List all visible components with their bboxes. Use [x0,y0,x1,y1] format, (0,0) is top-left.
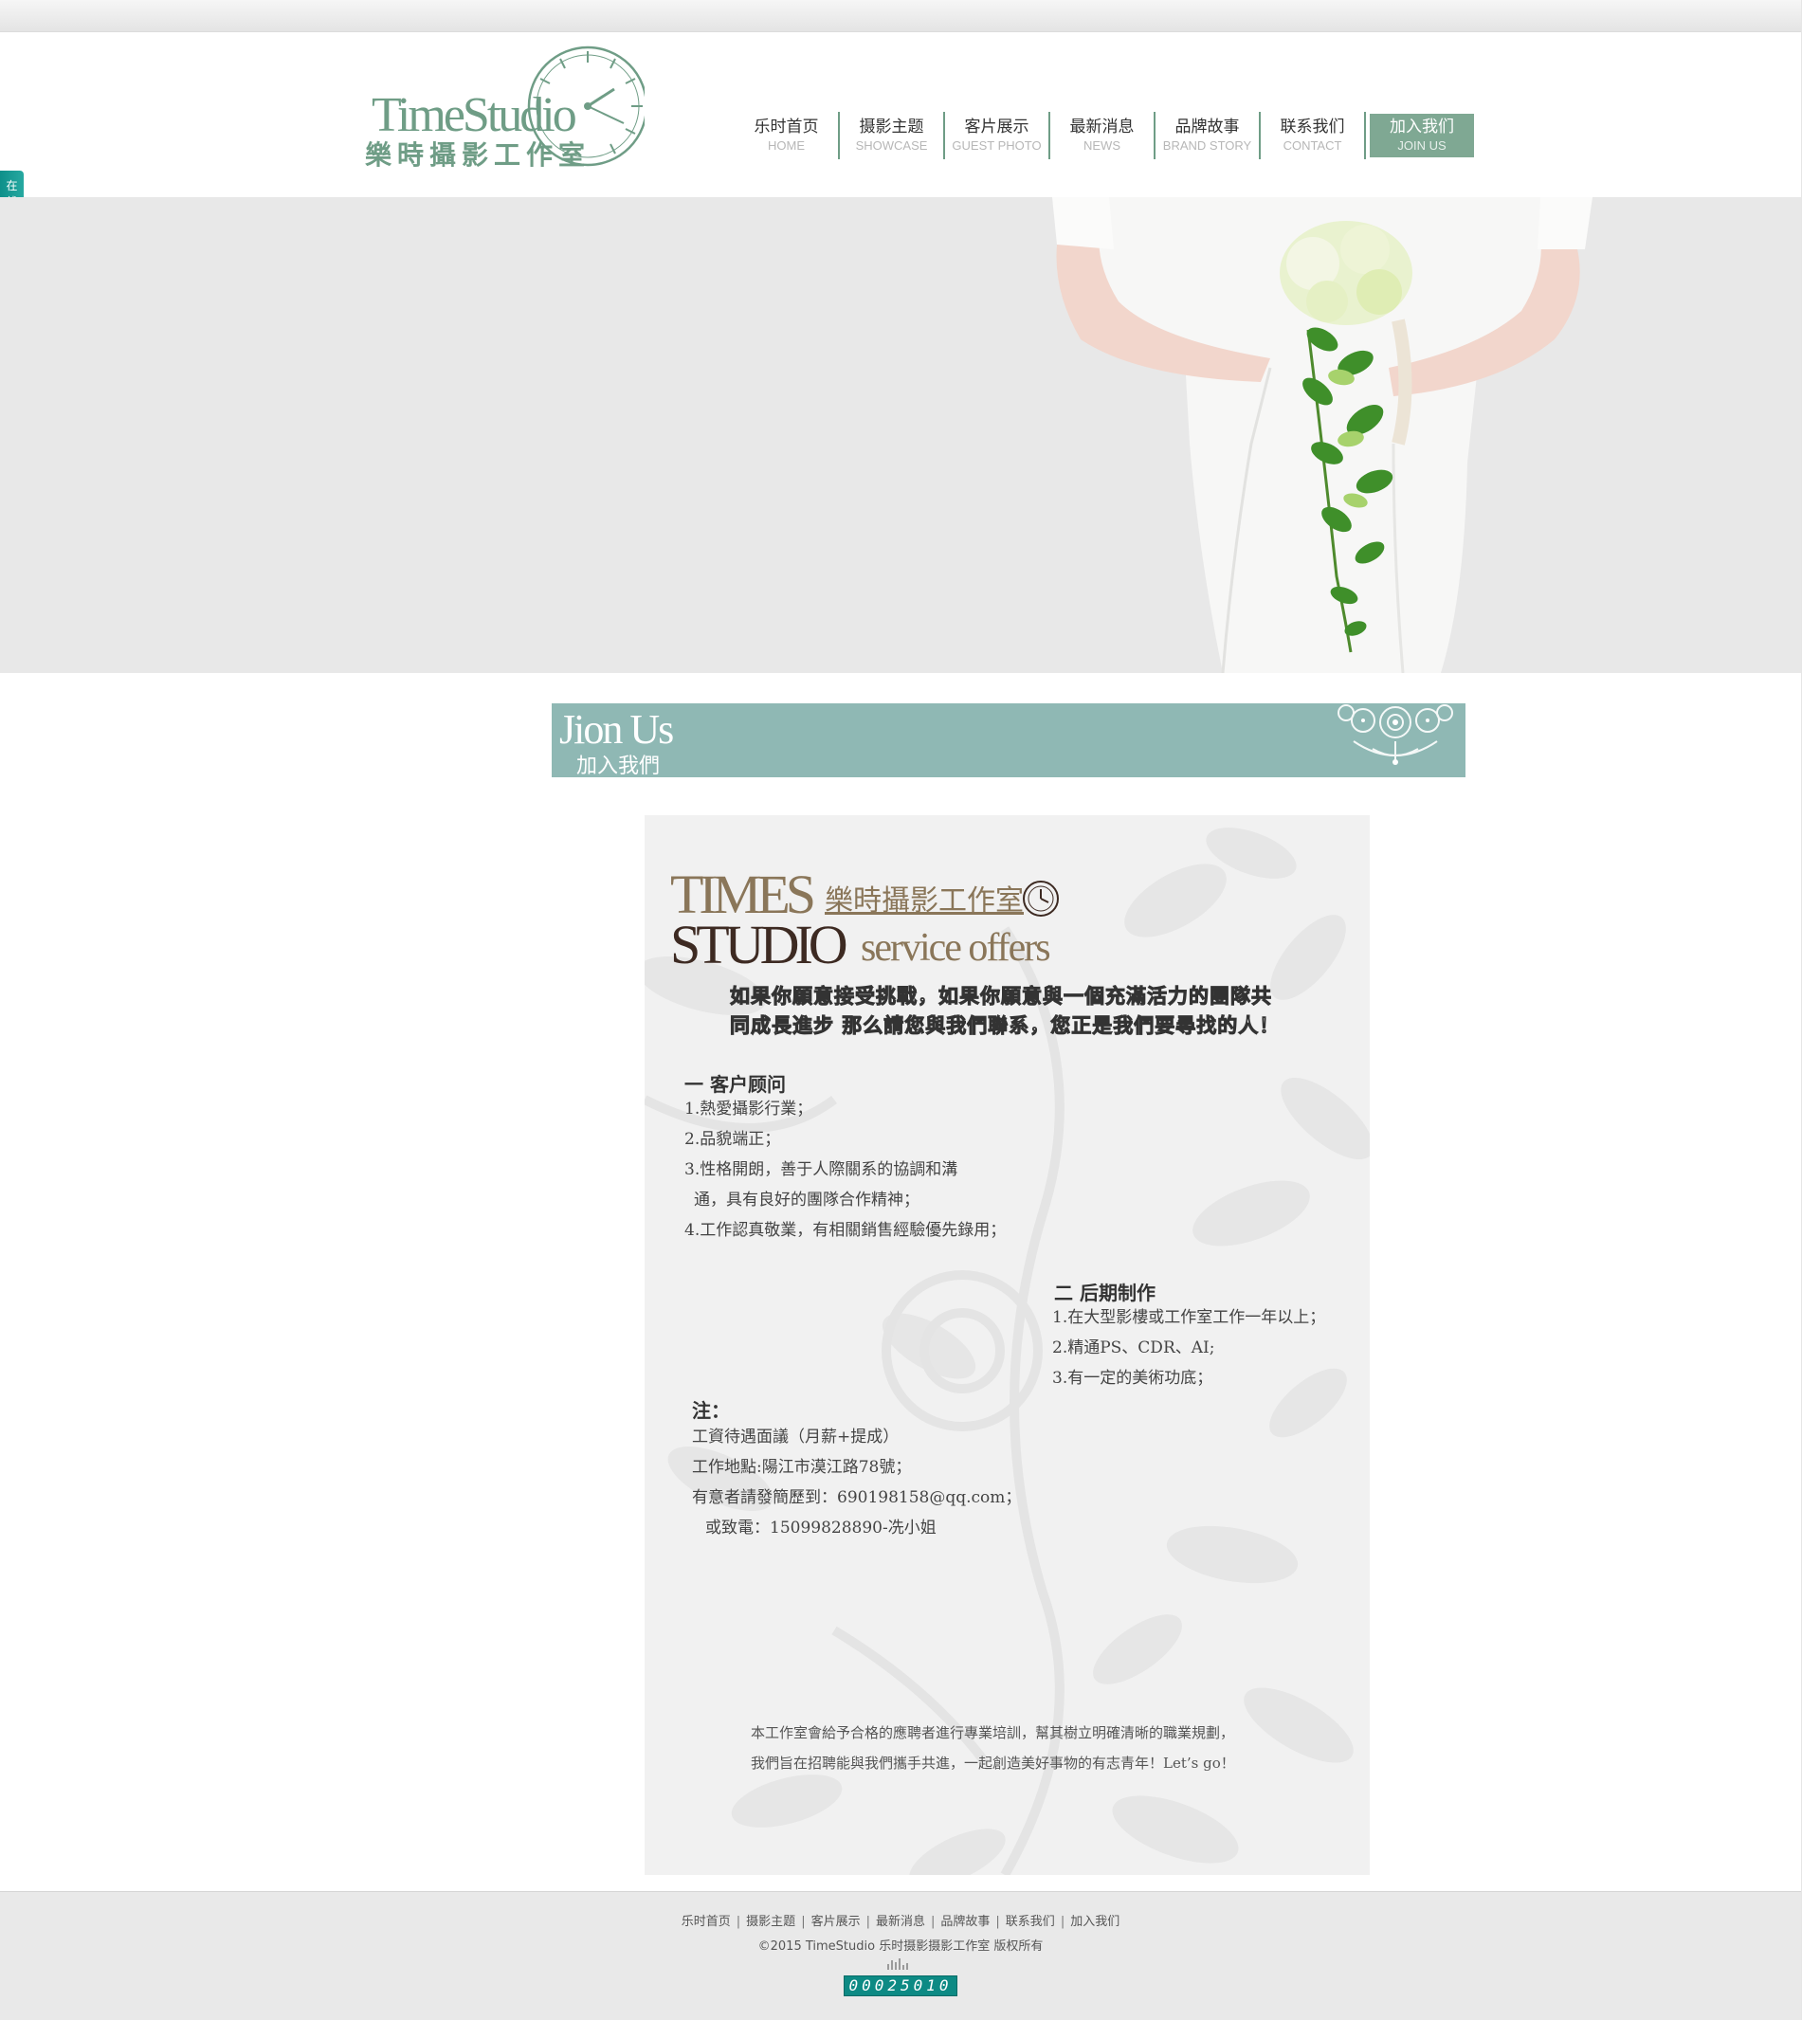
footer-nav: 乐时首页 | 摄影主题 | 客片展示 | 最新消息 | 品牌故事 | 联系我们 | 加入我们 [0,1911,1801,1929]
note-item-phone: 或致電：15099828890-冼小姐 [705,1519,937,1538]
poster-slogan-line-2: 同成長進步 那么請您與我們聯系，您正是我們要尋找的人！ [729,1014,1281,1038]
footer-link-guest-photo[interactable]: 客片展示 [811,1915,861,1929]
nav-guest-photo[interactable]: 客片展示 GUEST PHOTO [945,112,1050,159]
clock-icon [1023,881,1059,917]
closing-line-1: 本工作室會給予合格的應聘者進行專業培訓，幫其樹立明確清晰的職業規劃， [751,1724,1235,1741]
nav-label-en: HOME [768,138,805,153]
separator: | [801,1915,806,1929]
requirement-item: 2.品貌端正； [684,1130,781,1149]
nav-label-en: BRAND STORY [1162,138,1252,153]
nav-label-cn: 摄影主题 [859,118,924,136]
scrollbar-track[interactable] [1801,0,1820,2020]
top-strip [0,0,1801,32]
nav-label-en: JOIN US [1397,138,1447,153]
footer-link-contact[interactable]: 联系我们 [1006,1915,1055,1929]
requirement-item: 2.精通PS、CDR、AI; [1052,1338,1215,1357]
footer-link-brand-story[interactable]: 品牌故事 [940,1915,990,1929]
requirement-item: 3.有一定的美術功底； [1052,1369,1213,1388]
poster-service-offers: service offers [861,926,1051,970]
nav-label-en: CONTACT [1283,138,1342,153]
section-title-bar: Jion Us 加入我們 [552,703,1465,777]
nav-showcase[interactable]: 摄影主题 SHOWCASE [840,112,945,159]
separator: | [995,1915,1000,1929]
logo-text-cn: 樂時攝影工作室 [365,139,592,171]
visitor-counter[interactable]: 00025010 [844,1975,957,1996]
nav-label-en: GUEST PHOTO [952,138,1042,153]
footer-link-home[interactable]: 乐时首页 [682,1915,731,1929]
nav-brand-story[interactable]: 品牌故事 BRAND STORY [1156,112,1261,159]
nav-join-us[interactable]: 加入我们 JOIN US [1370,114,1474,157]
note-heading: 注： [692,1399,730,1422]
requirement-item: 4.工作認真敬業，有相關銷售經驗優先錄用； [684,1221,1007,1240]
requirement-item: 1.在大型影樓或工作室工作一年以上； [1052,1308,1326,1327]
nav-label-cn: 加入我们 [1390,118,1454,136]
nav-news[interactable]: 最新消息 NEWS [1050,112,1156,159]
nav-label-en: NEWS [1083,138,1120,153]
nav-contact[interactable]: 联系我们 CONTACT [1261,112,1366,159]
nav-label-cn: 客片展示 [964,118,1029,136]
requirement-item: 通，具有良好的團隊合作精神； [694,1191,919,1210]
section-heading-consultant: 一 客户顾问 [684,1073,786,1096]
section-heading-post-production: 二 后期制作 [1054,1282,1156,1304]
nav-label-en: SHOWCASE [855,138,928,153]
nav-label-cn: 乐时首页 [754,118,819,136]
nav-label-cn: 联系我们 [1280,118,1345,136]
site-footer: 乐时首页 | 摄影主题 | 客片展示 | 最新消息 | 品牌故事 | 联系我们 | 加入我们 ©2015… [0,1891,1801,2020]
main-nav: 乐时首页 HOME 摄影主题 SHOWCASE 客片展示 GUEST PHOTO… [735,112,1474,159]
copyright-text: ©2015 TimeStudio 乐时摄影摄影工作室 版权所有 [757,1939,1044,1954]
section-title-en: Jion Us [559,706,674,753]
footer-link-join-us[interactable]: 加入我们 [1070,1915,1119,1929]
requirement-item: 3.性格開朗，善于人際關系的協調和溝 [684,1160,958,1179]
requirement-item: 1.熱愛攝影行業； [684,1100,813,1119]
poster-slogan-line-1: 如果你願意接受挑戰，如果你願意與一個充滿活力的團隊共 [730,985,1272,1009]
poster-studio: STUDIO [670,914,848,975]
nav-home[interactable]: 乐时首页 HOME [735,112,840,159]
hero-banner [0,197,1801,673]
separator: | [1060,1915,1065,1929]
lace-ornament-icon [1338,704,1453,765]
poster-studio-cn: 樂時攝影工作室 [825,884,1024,918]
note-item: 工作地點:陽江市漠江路78號； [692,1458,912,1477]
site-logo[interactable]: TimeStudio 樂時攝影工作室 [365,40,649,173]
separator: | [865,1915,870,1929]
nav-label-cn: 品牌故事 [1174,118,1240,136]
section-title-cn: 加入我們 [576,755,661,777]
recruitment-poster: TIMES 樂時攝影工作室 STUDIO service offers 如果你願… [645,815,1370,1875]
note-item-email: 有意者請發簡歷到：690198158@qq.com； [692,1488,1022,1507]
bride-bouquet-image [1052,197,1592,673]
site-header: TimeStudio 樂時攝影工作室 乐时首页 HOME 摄影主题 SHOWCA… [0,32,1801,197]
statistics-icon[interactable] [885,1958,914,1970]
footer-link-showcase[interactable]: 摄影主题 [746,1915,795,1929]
separator: | [736,1915,741,1929]
note-item: 工資待遇面議（月薪+提成） [692,1428,900,1447]
separator: | [931,1915,936,1929]
closing-line-2: 我們旨在招聘能與我們攜手共進，一起創造美好事物的有志青年！Let’s go！ [751,1755,1235,1772]
service-tab-char: 在 [6,179,18,192]
footer-link-news[interactable]: 最新消息 [876,1915,925,1929]
nav-label-cn: 最新消息 [1069,118,1135,136]
